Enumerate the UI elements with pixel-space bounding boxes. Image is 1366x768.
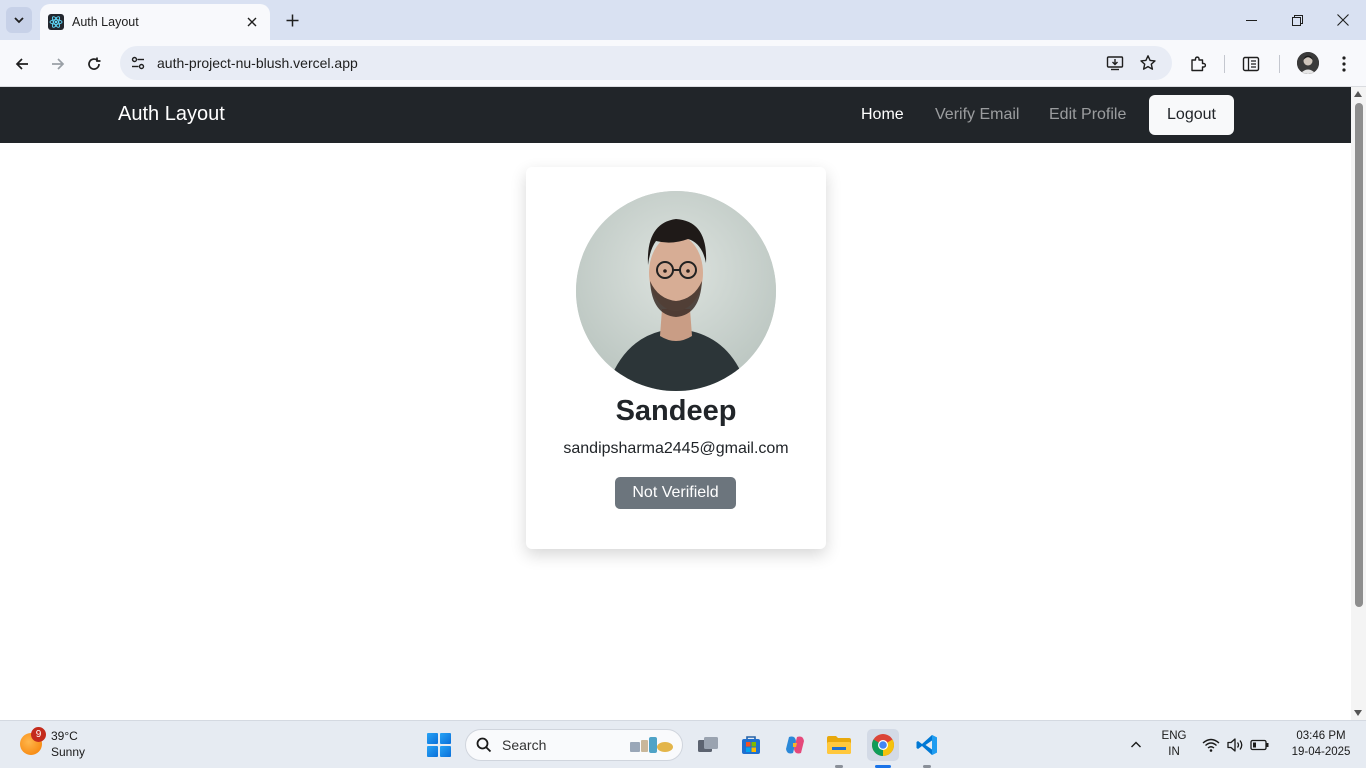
vscode-icon[interactable] xyxy=(911,729,943,761)
verification-status-badge: Not Verifield xyxy=(615,477,736,509)
logout-button[interactable]: Logout xyxy=(1149,95,1234,135)
bookmark-star-icon[interactable] xyxy=(1138,53,1158,73)
input-region[interactable]: IN xyxy=(1158,746,1190,758)
nav-link-verify-email[interactable]: Verify Email xyxy=(935,106,1019,124)
scrollbar-thumb[interactable] xyxy=(1355,103,1363,607)
profile-avatar xyxy=(576,191,776,391)
page-viewport: Auth Layout Home Verify Email Edit Profi… xyxy=(0,87,1351,720)
back-arrow-icon[interactable] xyxy=(8,50,36,78)
search-highlight-illustration-icon xyxy=(630,737,673,753)
scroll-down-arrow-icon[interactable] xyxy=(1354,710,1362,716)
tab-title: Auth Layout xyxy=(72,15,139,29)
extensions-puzzle-icon[interactable] xyxy=(1187,53,1209,75)
tab-search-button[interactable] xyxy=(6,7,32,33)
profile-name: Sandeep xyxy=(615,395,737,427)
nav-link-home[interactable]: Home xyxy=(861,106,904,124)
site-brand[interactable]: Auth Layout xyxy=(118,103,225,126)
profile-card: Sandeep sandipsharma2445@gmail.com Not V… xyxy=(526,167,826,549)
url-text: auth-project-nu-blush.vercel.app xyxy=(157,55,358,71)
site-info-icon[interactable] xyxy=(128,53,148,73)
install-app-icon[interactable] xyxy=(1105,53,1125,73)
battery-icon[interactable] xyxy=(1250,735,1270,755)
minimize-icon[interactable] xyxy=(1228,0,1274,40)
address-bar[interactable]: auth-project-nu-blush.vercel.app xyxy=(120,46,1172,80)
search-icon xyxy=(475,736,493,754)
chrome-taskbar-icon[interactable] xyxy=(867,729,899,761)
windows-start-icon[interactable] xyxy=(427,733,451,757)
task-view-icon[interactable] xyxy=(692,729,724,761)
show-hidden-icons-chevron-icon[interactable] xyxy=(1126,735,1146,755)
browser-menu-icon[interactable] xyxy=(1333,53,1355,75)
weather-notification-badge: 9 xyxy=(31,727,46,742)
profile-email: sandipsharma2445@gmail.com xyxy=(563,440,789,457)
file-explorer-icon[interactable] xyxy=(823,729,855,761)
clock-time[interactable]: 03:46 PM xyxy=(1286,730,1356,742)
browser-toolbar: auth-project-nu-blush.vercel.app xyxy=(0,40,1366,87)
restore-icon[interactable] xyxy=(1274,0,1320,40)
wifi-icon[interactable] xyxy=(1201,735,1221,755)
reading-list-icon[interactable] xyxy=(1240,53,1262,75)
microsoft-store-icon[interactable] xyxy=(735,729,767,761)
close-tab-icon[interactable] xyxy=(244,14,260,30)
reload-icon[interactable] xyxy=(80,50,108,78)
chevron-down-icon xyxy=(14,17,24,24)
toolbar-divider xyxy=(1224,55,1225,73)
new-tab-plus-icon[interactable] xyxy=(281,9,303,31)
profile-avatar-icon[interactable] xyxy=(1297,52,1319,74)
input-language[interactable]: ENG xyxy=(1158,730,1190,742)
weather-condition[interactable]: Sunny xyxy=(51,745,85,759)
toolbar-divider xyxy=(1279,55,1280,73)
weather-temperature[interactable]: 39°C xyxy=(51,729,78,743)
copilot-icon[interactable] xyxy=(779,729,811,761)
clock-date[interactable]: 19-04-2025 xyxy=(1286,746,1356,758)
search-placeholder: Search xyxy=(502,737,547,753)
profile-photo xyxy=(576,191,776,391)
volume-icon[interactable] xyxy=(1226,735,1246,755)
site-navbar: Auth Layout Home Verify Email Edit Profi… xyxy=(0,87,1351,143)
forward-arrow-icon[interactable] xyxy=(44,50,72,78)
close-window-icon[interactable] xyxy=(1320,0,1366,40)
scroll-up-arrow-icon[interactable] xyxy=(1354,91,1362,97)
taskbar-search[interactable]: Search xyxy=(465,729,683,761)
windows-taskbar: 9 39°C Sunny Search ENG IN 03:46 PM 19-0… xyxy=(0,720,1366,768)
react-favicon-icon xyxy=(48,14,64,30)
page-scrollbar[interactable] xyxy=(1351,87,1366,720)
browser-tabstrip: Auth Layout xyxy=(0,0,1366,40)
browser-tab-active[interactable]: Auth Layout xyxy=(40,4,270,40)
nav-link-edit-profile[interactable]: Edit Profile xyxy=(1049,106,1126,124)
